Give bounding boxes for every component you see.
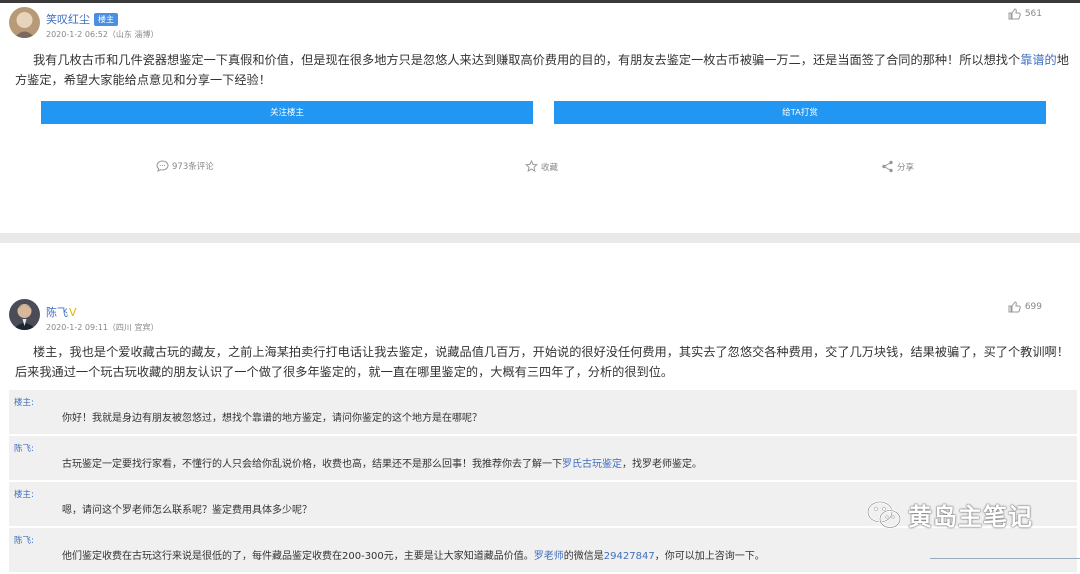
share-button[interactable]: 分享 xyxy=(881,160,914,173)
thumbs-up-icon xyxy=(1008,301,1021,313)
reply-item[interactable]: 楼主: 你好！我就是身边有朋友被忽悠过，想找个靠谱的地方鉴定，请问你鉴定的这个地… xyxy=(9,390,1077,436)
wechat-id-link[interactable]: 29427847 xyxy=(604,551,655,562)
username-text[interactable]: 笑叹红尘 xyxy=(46,13,90,26)
reply-text: 嗯，请问这个罗老师怎么联系呢？鉴定费用具体多少呢？ xyxy=(62,501,312,516)
reply-author[interactable]: 楼主: xyxy=(14,488,34,500)
reply-text: 你好！我就是身边有朋友被忽悠过，想找个靠谱的地方鉴定，请问你鉴定的这个地方是在哪… xyxy=(62,409,482,424)
reply-text: 他们鉴定收费在古玩这行来说是很低的了，每件藏品鉴定收费在200-300元，主要是… xyxy=(62,547,765,562)
wechat-icon xyxy=(866,500,902,530)
bottom-rule xyxy=(930,558,1080,559)
post-body: 楼主，我也是个爱收藏古玩的藏友，之前上海某拍卖行打电话让我去鉴定，说藏品值几百万… xyxy=(15,345,1069,379)
reply-text: 古玩鉴定一定要找行家看，不懂行的人只会给你乱说价格，收费也高，结果还不是那么回事… xyxy=(62,455,702,470)
favorite-label: 收藏 xyxy=(541,162,559,173)
reply-text-part: ，找罗老师鉴定。 xyxy=(622,459,702,470)
share-icon xyxy=(881,160,894,173)
tip-button[interactable]: 给TA打赏 xyxy=(554,101,1046,124)
reply-item[interactable]: 陈飞: 古玩鉴定一定要找行家看，不懂行的人只会给你乱说价格，收费也高，结果还不是… xyxy=(9,436,1077,482)
section-divider xyxy=(0,233,1080,243)
username[interactable]: 笑叹红尘 楼主 xyxy=(46,11,118,27)
follow-op-button[interactable]: 关注楼主 xyxy=(41,101,533,124)
post-meta: 2020-1-2 06:52（山东 淄博） xyxy=(46,30,159,39)
reply-text-part: 嗯，请问这个罗老师怎么联系呢？鉴定费用具体多少呢？ xyxy=(62,505,312,516)
reply-author[interactable]: 陈飞: xyxy=(14,534,34,546)
verified-v-icon: V xyxy=(69,306,77,319)
like-button[interactable]: 699 xyxy=(1008,301,1042,313)
reply-text-part: 古玩鉴定一定要找行家看，不懂行的人只会给你乱说价格，收费也高，结果还不是那么回事… xyxy=(62,459,562,470)
body-link[interactable]: 靠谱的 xyxy=(1020,53,1057,67)
reply-author[interactable]: 楼主: xyxy=(14,396,34,408)
comments-label: 973条评论 xyxy=(172,162,214,172)
comments-button[interactable]: 973条评论 xyxy=(156,160,214,172)
body-text: 我有几枚古币和几件瓷器想鉴定一下真假和价值，但是现在很多地方只是忽悠人来达到赚取… xyxy=(33,53,1021,67)
reply-text-part: 他们鉴定收费在古玩这行来说是很低的了，每件藏品鉴定收费在200-300元，主要是… xyxy=(62,551,534,562)
post-body: 我有几枚古币和几件瓷器想鉴定一下真假和价值，但是现在很多地方只是忽悠人来达到赚取… xyxy=(15,50,1075,90)
reply-text-part: 你好！我就是身边有朋友被忽悠过，想找个靠谱的地方鉴定，请问你鉴定的这个地方是在哪… xyxy=(62,413,482,424)
thumbs-up-icon xyxy=(1008,8,1021,20)
post-meta: 2020-1-2 09:11（四川 宜宾） xyxy=(46,323,159,332)
avatar[interactable] xyxy=(9,299,40,330)
username-text[interactable]: 陈飞 xyxy=(46,306,68,319)
reply-link[interactable]: 罗氏古玩鉴定 xyxy=(562,459,622,470)
reply-link[interactable]: 罗老师 xyxy=(534,551,564,562)
avatar[interactable] xyxy=(9,7,40,38)
comment-icon xyxy=(156,160,169,172)
watermark: 黄岛主笔记 xyxy=(866,497,1033,532)
post-original: 笑叹红尘 楼主 2020-1-2 06:52（山东 淄博） 561 我有几枚古币和… xyxy=(0,3,1080,233)
star-icon xyxy=(525,160,538,173)
reply-thread: 楼主: 你好！我就是身边有朋友被忽悠过，想找个靠谱的地方鉴定，请问你鉴定的这个地… xyxy=(9,390,1077,574)
favorite-button[interactable]: 收藏 xyxy=(525,160,558,173)
reply-item[interactable]: 陈飞: 他们鉴定收费在古玩这行来说是很低的了，每件藏品鉴定收费在200-300元… xyxy=(9,528,1077,574)
username[interactable]: 陈飞V xyxy=(46,304,77,320)
like-count: 561 xyxy=(1024,9,1042,19)
reply-text-part: ，你可以加上咨询一下。 xyxy=(654,551,765,562)
watermark-text: 黄岛主笔记 xyxy=(908,503,1033,531)
like-button[interactable]: 561 xyxy=(1008,8,1042,20)
op-badge: 楼主 xyxy=(94,13,118,26)
reply-author[interactable]: 陈飞: xyxy=(14,442,34,454)
share-label: 分享 xyxy=(897,162,915,173)
reply-text-part: 的微信是 xyxy=(563,551,604,562)
like-count: 699 xyxy=(1024,302,1042,312)
